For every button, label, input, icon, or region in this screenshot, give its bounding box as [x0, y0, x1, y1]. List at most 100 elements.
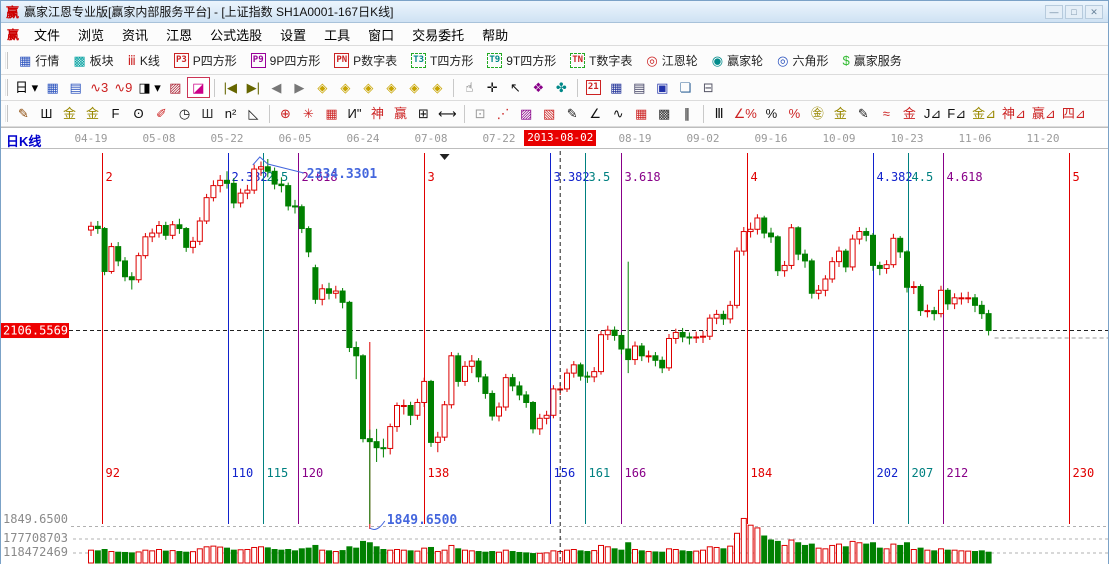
toolbar-button-quotes[interactable]: ▦行情: [12, 49, 66, 72]
toolbar-button-t-square[interactable]: T3T四方形: [404, 49, 480, 72]
gold-section-2-icon[interactable]: 金: [81, 103, 104, 124]
hand-tool-icon[interactable]: ☝: [458, 77, 481, 98]
next-bar-icon[interactable]: ▶: [288, 77, 311, 98]
spiral-icon[interactable]: ʘ: [127, 103, 150, 124]
angle-f-icon[interactable]: F⊿: [944, 103, 969, 124]
toolbar-button-winner-wheel[interactable]: ◉赢家轮: [705, 49, 770, 72]
gann-circle-icon[interactable]: ⊕: [274, 103, 297, 124]
angle-si-icon[interactable]: 四⊿: [1059, 103, 1089, 124]
save-icon[interactable]: ▣: [651, 77, 674, 98]
menu-item-gann[interactable]: 江恩: [157, 23, 201, 46]
toolbar-button-sectors[interactable]: ▩板块: [66, 49, 120, 72]
fib-f-icon[interactable]: F: [104, 103, 127, 124]
trend-pen-icon[interactable]: ✎: [561, 103, 584, 124]
toolbar-button-9t-square[interactable]: T99T四方形: [480, 49, 563, 72]
menu-item-trade-order[interactable]: 交易委托: [403, 23, 473, 46]
brush-icon[interactable]: ✐: [150, 103, 173, 124]
volume-histogram-icon[interactable]: ◪: [187, 77, 210, 98]
calculator-icon[interactable]: ▦: [605, 77, 628, 98]
toolbar-button-p-square[interactable]: P3P四方形: [167, 49, 244, 72]
chart-layout-icon[interactable]: ▦: [41, 77, 64, 98]
tick-grid-icon[interactable]: Ш: [196, 103, 219, 124]
menu-item-help[interactable]: 帮助: [473, 23, 517, 46]
menu-item-settings[interactable]: 设置: [271, 23, 315, 46]
first-bar-icon[interactable]: |◀: [219, 77, 242, 98]
expand-horizontal-diamond-icon[interactable]: ◈: [357, 77, 380, 98]
menu-item-window[interactable]: 窗口: [359, 23, 403, 46]
win-marker-icon[interactable]: 赢: [389, 103, 412, 124]
toolbar-button-t-number-table[interactable]: TNT数字表: [563, 49, 639, 72]
minimize-button[interactable]: —: [1045, 5, 1063, 19]
box-region-icon[interactable]: ⊡: [469, 103, 492, 124]
gold-circle-icon[interactable]: ㊎: [806, 103, 829, 124]
close-button[interactable]: ✕: [1085, 5, 1103, 19]
chart-area[interactable]: 2922.3821102.51152.61812031383.3821563.5…: [1, 149, 1108, 564]
pattern-box-icon[interactable]: ▨: [164, 77, 187, 98]
calendar-icon[interactable]: 21: [582, 77, 605, 98]
printer-icon[interactable]: ⊟: [697, 77, 720, 98]
angle-tool-icon[interactable]: ∠: [584, 103, 607, 124]
wave-a-icon[interactable]: ≈: [875, 103, 898, 124]
grid-red-icon[interactable]: ▦: [630, 103, 653, 124]
notepad-icon[interactable]: ▤: [628, 77, 651, 98]
gann-grid-icon[interactable]: ▦: [320, 103, 343, 124]
crosshair-tool-icon[interactable]: ✛: [481, 77, 504, 98]
fan-grid-purple-icon[interactable]: ▨: [515, 103, 538, 124]
fit-all-diamond-icon[interactable]: ◈: [426, 77, 449, 98]
time-grid-icon[interactable]: Ш: [35, 103, 58, 124]
ruler-123-icon[interactable]: ⊞: [412, 103, 435, 124]
wave-3-icon[interactable]: ∿3: [87, 77, 111, 98]
n-square-icon[interactable]: n²: [219, 103, 242, 124]
wave-9-icon[interactable]: ∿9: [111, 77, 135, 98]
grid-dark-icon[interactable]: ▩: [653, 103, 676, 124]
toolbar-button-p-number-table[interactable]: PNP数字表: [327, 49, 404, 72]
fan-box-icon[interactable]: ▧: [538, 103, 561, 124]
period-daily-dropdown-icon[interactable]: 日 ▾: [12, 77, 41, 98]
fan-lines-icon[interactable]: ⋰: [492, 103, 515, 124]
time-circle-icon[interactable]: ◷: [173, 103, 196, 124]
percent-angle-icon[interactable]: ∠%: [731, 103, 760, 124]
angle-shen-icon[interactable]: 神⊿: [999, 103, 1029, 124]
zigzag-tool-icon[interactable]: ∿: [607, 103, 630, 124]
stock-info-panel-icon[interactable]: ▤: [64, 77, 87, 98]
gann-tool-purple-icon[interactable]: ❖: [527, 77, 550, 98]
candle-style-dropdown-icon[interactable]: ◨ ▾: [135, 77, 163, 98]
gold-angle-icon[interactable]: 金: [898, 103, 921, 124]
pointer-tool-icon[interactable]: ↖: [504, 77, 527, 98]
menu-item-formula-stock-picker[interactable]: 公式选股: [201, 23, 271, 46]
percent-icon[interactable]: %: [760, 103, 783, 124]
pattern-tool-teal-icon[interactable]: ✤: [550, 77, 573, 98]
parallel-lines-icon[interactable]: ∥: [676, 103, 699, 124]
pen-tool-icon[interactable]: ✎: [12, 103, 35, 124]
toolbar-button-gann-wheel[interactable]: ◎江恩轮: [639, 49, 704, 72]
protractor-icon[interactable]: ◺: [242, 103, 265, 124]
pen-bars-icon[interactable]: ✎: [852, 103, 875, 124]
maximize-button[interactable]: □: [1065, 5, 1083, 19]
percent-line-icon[interactable]: %: [783, 103, 806, 124]
shift-right-diamond-icon[interactable]: ◈: [334, 77, 357, 98]
toolbar-button-hexagon[interactable]: ◎六角形: [770, 49, 835, 72]
toolbar-button-winner-service[interactable]: $赢家服务: [836, 49, 909, 72]
expand-vertical-diamond-icon[interactable]: ◈: [403, 77, 426, 98]
gann-web-icon[interactable]: ✳: [297, 103, 320, 124]
angle-j-icon[interactable]: J⊿: [921, 103, 944, 124]
angle-win-icon[interactable]: 赢⊿: [1029, 103, 1059, 124]
menu-item-news[interactable]: 资讯: [113, 23, 157, 46]
shift-left-diamond-icon[interactable]: ◈: [311, 77, 334, 98]
menu-item-browse[interactable]: 浏览: [69, 23, 113, 46]
shen-marker-icon[interactable]: 神: [366, 103, 389, 124]
menu-item-file[interactable]: 文件: [25, 23, 69, 46]
toolbar-button-kline[interactable]: ⅲK线: [121, 49, 167, 72]
price-bars-icon[interactable]: Ⅲ: [708, 103, 731, 124]
prev-bar-icon[interactable]: ◀: [265, 77, 288, 98]
compress-horizontal-diamond-icon[interactable]: ◈: [380, 77, 403, 98]
network-icon[interactable]: ❏: [674, 77, 697, 98]
angle-gold-icon[interactable]: 金⊿: [969, 103, 999, 124]
span-measure-icon[interactable]: ⟷: [435, 103, 460, 124]
gold-section-1-icon[interactable]: 金: [58, 103, 81, 124]
toolbar-button-9p-square[interactable]: P99P四方形: [244, 49, 328, 72]
menu-item-tools[interactable]: 工具: [315, 23, 359, 46]
gold-line-icon[interactable]: 金: [829, 103, 852, 124]
wave-mark-icon[interactable]: И": [343, 103, 366, 124]
last-bar-icon[interactable]: ▶|: [242, 77, 265, 98]
